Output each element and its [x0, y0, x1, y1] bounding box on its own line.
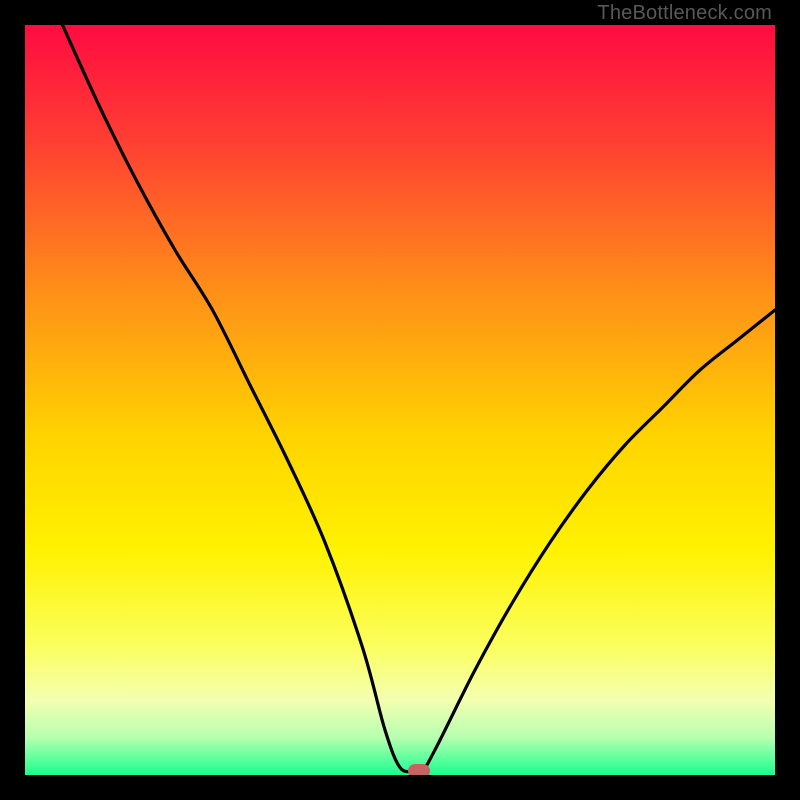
chart-frame: TheBottleneck.com	[0, 0, 800, 800]
plot-area	[25, 25, 775, 775]
watermark-text: TheBottleneck.com	[597, 2, 772, 25]
bottleneck-curve	[25, 25, 775, 775]
optimal-point-marker	[408, 764, 430, 775]
